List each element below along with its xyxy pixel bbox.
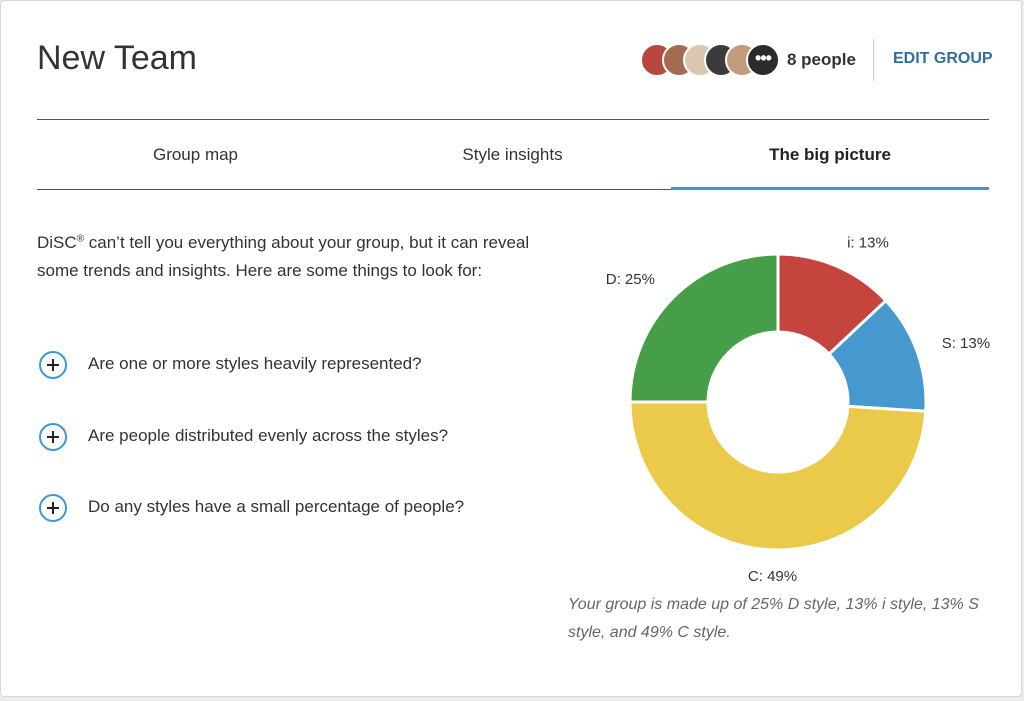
question-text[interactable]: Are one or more styles heavily represent…	[88, 354, 422, 374]
slice-C	[628, 400, 928, 552]
tab-bar: Group map Style insights The big picture	[37, 120, 989, 190]
more-members-icon[interactable]: •••	[746, 43, 780, 77]
style-donut-chart: i: 13% S: 13% C: 49% D: 25%	[561, 221, 1001, 601]
people-count[interactable]: 8 people	[787, 50, 856, 70]
question-text[interactable]: Are people distributed evenly across the…	[88, 426, 448, 446]
active-tab-indicator	[671, 187, 989, 190]
member-avatars[interactable]: •••	[640, 43, 780, 79]
header-divider	[873, 39, 874, 81]
page-title: New Team	[37, 39, 197, 77]
plus-icon[interactable]	[39, 351, 67, 379]
group-card: New Team ••• 8 people EDIT GROUP Group m…	[0, 0, 1022, 697]
registered-mark: ®	[76, 233, 85, 245]
plus-icon[interactable]	[39, 494, 67, 522]
plus-icon[interactable]	[39, 423, 67, 451]
tab-big-picture[interactable]: The big picture	[671, 120, 989, 190]
tab-group-map[interactable]: Group map	[37, 120, 354, 190]
intro-paragraph: DiSC® can’t tell you everything about yo…	[37, 229, 537, 285]
question-text[interactable]: Do any styles have a small percentage of…	[88, 497, 464, 517]
slice-label-C: C: 49%	[748, 568, 797, 585]
tab-underline	[37, 189, 671, 190]
chart-caption: Your group is made up of 25% D style, 13…	[568, 596, 979, 641]
brand-name: DiSC	[37, 233, 77, 252]
tab-style-insights[interactable]: Style insights	[354, 120, 671, 190]
donut-chart-svg: i: 13% S: 13% C: 49% D: 25%	[606, 234, 990, 585]
edit-group-button[interactable]: EDIT GROUP	[893, 50, 993, 68]
slice-label-S: S: 13%	[942, 335, 990, 352]
slice-label-i: i: 13%	[847, 234, 889, 251]
slice-label-D: D: 25%	[606, 271, 655, 288]
intro-text: can’t tell you everything about your gro…	[37, 233, 530, 280]
